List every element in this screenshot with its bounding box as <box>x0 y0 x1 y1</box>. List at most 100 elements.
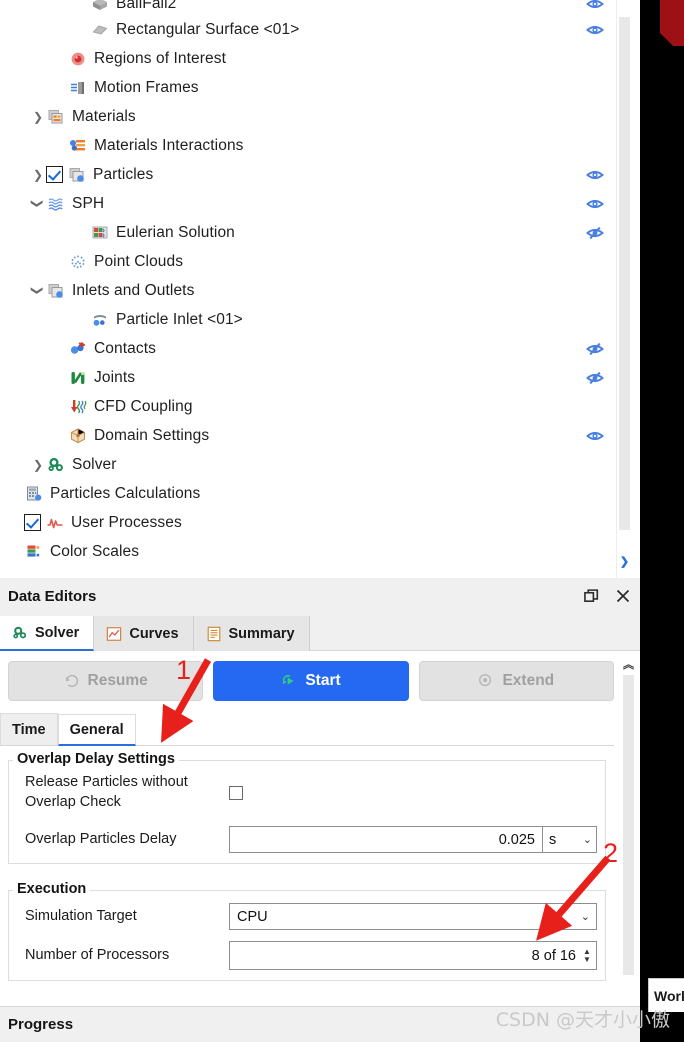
tree-item-solver[interactable]: ❯ Solver <box>0 450 614 479</box>
eye-visible-icon <box>586 199 604 208</box>
eye-hidden-icon <box>586 371 604 384</box>
solver-scrollbar-thumb[interactable] <box>623 675 634 975</box>
tree-item-materials[interactable]: ❯ Materials <box>0 102 614 131</box>
subtab-label: Time <box>12 721 46 738</box>
eye-visible-icon[interactable] <box>586 21 604 39</box>
eulerian-solution-icon <box>90 223 110 243</box>
chevron-down-icon[interactable]: ❯ <box>617 554 632 568</box>
eye-hidden-icon <box>586 342 604 355</box>
simulation-target-row: Simulation Target CPU ⌄ <box>17 903 597 931</box>
motion-frames-icon <box>68 78 88 98</box>
start-icon <box>281 673 297 689</box>
eye-visible-icon <box>586 0 604 9</box>
watermark-text: CSDN @天才小小傲 <box>495 1009 670 1031</box>
tree-item-label: Inlets and Outlets <box>72 281 195 299</box>
region-icon <box>68 49 88 69</box>
tree-item-label: Materials Interactions <box>94 136 244 154</box>
tree-item-joints[interactable]: Joints <box>0 363 614 392</box>
tree-item-user-processes[interactable]: User Processes <box>0 508 614 537</box>
extend-icon <box>478 673 494 689</box>
tab-curves[interactable]: Curves <box>94 616 194 651</box>
annotation-label-1: 1 <box>176 655 192 685</box>
twisty-spacer <box>52 421 68 450</box>
solver-subtabs: Time General <box>0 709 614 746</box>
extend-button[interactable]: Extend <box>418 661 614 701</box>
overlap-delay-unit-select[interactable]: s ⌄ <box>543 826 597 854</box>
tree-item-label: BallFall2 <box>116 0 177 12</box>
release-particles-checkbox[interactable] <box>229 785 243 800</box>
overlap-delay-input[interactable]: 0.025 <box>229 826 543 854</box>
tree-item-sph[interactable]: ❯ SPH <box>0 189 614 218</box>
tree-item-checkbox[interactable] <box>46 166 63 183</box>
spinner-arrows-icon[interactable]: ▲ ▼ <box>582 947 592 964</box>
tree-item-checkbox[interactable] <box>24 514 41 531</box>
tree-item-label: SPH <box>72 194 105 212</box>
eye-hidden-icon[interactable] <box>586 340 604 358</box>
eye-visible-icon <box>586 431 604 440</box>
solver-panel-body: Resume Start Extend Time General Overlap De… <box>0 651 640 1042</box>
tree-item-particles[interactable]: ❯ Particles <box>0 160 614 189</box>
float-window-icon[interactable] <box>582 587 600 605</box>
simulation-target-label: Simulation Target <box>25 907 137 924</box>
simulation-target-select[interactable]: CPU ⌄ <box>229 903 597 931</box>
tree-scrollbar-thumb[interactable] <box>619 17 630 530</box>
overlap-delay-label: Overlap Particles Delay <box>25 830 177 847</box>
tree-item-cfd-coupling[interactable]: CFD Coupling <box>0 392 614 421</box>
twisty-spacer <box>52 247 68 276</box>
solver-gears-icon <box>46 455 66 475</box>
tree-item-label: Particle Inlet <01> <box>116 310 243 328</box>
chevron-right-icon[interactable]: ❯ <box>30 450 46 479</box>
subtab-time[interactable]: Time <box>0 713 58 745</box>
tree-item-eulerian-solution[interactable]: Eulerian Solution <box>0 218 614 247</box>
twisty-spacer <box>52 131 68 160</box>
particle-inlet-icon <box>90 310 110 330</box>
chevron-right-icon[interactable]: ❯ <box>30 160 46 189</box>
number-of-processors-input[interactable]: 8 of 16 ▲ ▼ <box>229 941 597 971</box>
execution-group-title: Execution <box>13 881 91 898</box>
subtab-general[interactable]: General <box>57 714 136 746</box>
eye-hidden-icon[interactable] <box>586 224 604 242</box>
close-icon[interactable] <box>614 587 632 605</box>
chevron-down-icon[interactable]: ❯ <box>24 196 53 212</box>
materials-icon <box>46 107 66 127</box>
eye-hidden-icon[interactable] <box>586 369 604 387</box>
tree-item-color-scales[interactable]: Color Scales <box>0 537 614 566</box>
tree-item-ballfall2[interactable]: BallFall2 <box>0 0 614 15</box>
tree-item-domain-settings[interactable]: Domain Settings <box>0 421 614 450</box>
tree-item-rectangular-surface-01[interactable]: Rectangular Surface <01> <box>0 15 614 44</box>
tab-summary[interactable]: Summary <box>193 616 310 651</box>
chevron-right-icon[interactable]: ❯ <box>30 102 46 131</box>
eye-visible-icon[interactable] <box>586 427 604 445</box>
start-button[interactable]: Start <box>213 661 409 701</box>
chevron-down-icon: ⌄ <box>582 834 592 847</box>
tree-item-particles-calculations[interactable]: Particles Calculations <box>0 479 614 508</box>
eye-visible-icon[interactable] <box>586 0 604 13</box>
twisty-spacer <box>8 479 24 508</box>
tree-item-point-clouds[interactable]: Point Clouds <box>0 247 614 276</box>
twisty-spacer <box>52 44 68 73</box>
eye-visible-icon[interactable] <box>586 195 604 213</box>
tree-item-contacts[interactable]: Contacts <box>0 334 614 363</box>
run-button-label: Extend <box>502 672 555 689</box>
particles-calculations-icon <box>24 484 44 504</box>
tree-item-motion-frames[interactable]: Motion Frames <box>0 73 614 102</box>
chevron-up-icon[interactable]: ︽ <box>621 657 636 671</box>
tree-item-materials-interactions[interactable]: Materials Interactions <box>0 131 614 160</box>
tab-solver[interactable]: Solver <box>0 616 95 651</box>
overlap-delay-row: Overlap Particles Delay 0.025 s ⌄ <box>17 826 597 854</box>
tree-vertical-scrollbar[interactable]: ❯ <box>616 0 632 578</box>
model-tree-list: BallFall2 Rectangular Surface <01> Regio… <box>0 0 614 566</box>
tree-item-regions-of-interest[interactable]: Regions of Interest <box>0 44 614 73</box>
tree-item-inlets-and-outlets[interactable]: ❯ Inlets and Outlets <box>0 276 614 305</box>
resume-button[interactable]: Resume <box>8 661 204 701</box>
tree-item-particle-inlet-01[interactable]: Particle Inlet <01> <box>0 305 614 334</box>
solver-panel-scrollbar[interactable]: ︽ ︾ <box>621 657 636 1037</box>
overlap-delay-settings-group: Overlap Delay Settings Release Particles… <box>8 751 606 865</box>
eye-visible-icon[interactable] <box>586 166 604 184</box>
dock-titlebar: Data Editors <box>0 578 640 614</box>
solver-gears-icon <box>12 625 28 641</box>
curves-chart-icon <box>106 626 122 642</box>
tree-item-label: Contacts <box>94 339 156 357</box>
resume-icon <box>64 673 80 689</box>
chevron-down-icon[interactable]: ❯ <box>24 283 53 299</box>
